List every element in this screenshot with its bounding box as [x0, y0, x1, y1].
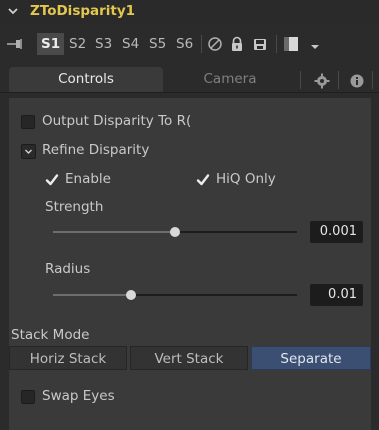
radius-label: Radius [45, 261, 91, 277]
tab-camera[interactable]: Camera [170, 67, 290, 92]
enable-checkbox[interactable] [45, 173, 59, 187]
set-button-s1[interactable]: S1 [37, 33, 65, 55]
controls-content: Output Disparity To R( Refine Disparity … [9, 98, 371, 430]
lock-icon[interactable] [229, 36, 245, 52]
inspector-panel: ZToDisparity1 S1 S2 S3 S4 S5 S6 Controls… [0, 0, 379, 430]
chevron-down-icon [25, 149, 32, 154]
strength-slider[interactable] [53, 227, 297, 237]
pin-icon[interactable] [6, 38, 26, 50]
stack-mode-separate-button[interactable]: Separate [251, 346, 371, 370]
hiq-only-label: HiQ Only [216, 171, 276, 187]
output-disparity-label: Output Disparity To R( [42, 113, 192, 129]
set-button-s2[interactable]: S2 [68, 33, 87, 55]
tool-header[interactable]: ZToDisparity1 [0, 0, 379, 24]
save-icon[interactable] [252, 36, 268, 52]
radius-value-field[interactable]: 0.01 [310, 284, 363, 306]
refine-disparity-toggle[interactable] [21, 144, 36, 159]
radius-slider-handle[interactable] [126, 290, 136, 300]
output-disparity-checkbox[interactable] [21, 115, 35, 129]
tab-divider [300, 71, 301, 89]
tool-toolbar: S1 S2 S3 S4 S5 S6 [0, 25, 379, 61]
tab-divider [372, 71, 373, 89]
tab-controls[interactable]: Controls [9, 67, 163, 92]
gear-icon[interactable] [314, 73, 330, 89]
dropdown-arrow-icon[interactable] [310, 36, 320, 52]
tab-divider [338, 71, 339, 89]
set-button-s4[interactable]: S4 [121, 33, 140, 55]
set-button-s3[interactable]: S3 [94, 33, 113, 55]
chevron-down-icon[interactable] [6, 4, 20, 18]
set-button-s5[interactable]: S5 [148, 33, 167, 55]
strength-label: Strength [45, 199, 104, 215]
stack-mode-vert-button[interactable]: Vert Stack [130, 346, 248, 370]
color-swatch-icon[interactable] [283, 36, 307, 52]
tab-bar: Controls Camera [0, 64, 379, 92]
swap-eyes-checkbox[interactable] [21, 390, 35, 404]
info-icon[interactable] [349, 73, 365, 89]
disable-icon[interactable] [207, 36, 223, 52]
stack-mode-label: Stack Mode [11, 327, 90, 343]
hiq-only-checkbox[interactable] [196, 173, 210, 187]
toolbar-divider [201, 35, 202, 53]
strength-slider-handle[interactable] [170, 227, 180, 237]
tab-underline [0, 92, 379, 93]
strength-value-field[interactable]: 0.001 [310, 221, 363, 243]
toolbar-divider [276, 35, 277, 53]
tool-title: ZToDisparity1 [30, 3, 136, 19]
set-button-s6[interactable]: S6 [175, 33, 194, 55]
enable-label: Enable [65, 171, 111, 187]
radius-slider[interactable] [53, 290, 297, 300]
swap-eyes-label: Swap Eyes [42, 388, 115, 404]
stack-mode-horiz-button[interactable]: Horiz Stack [9, 346, 127, 370]
strength-slider-fill [53, 231, 175, 233]
refine-disparity-label: Refine Disparity [42, 142, 150, 158]
radius-slider-fill [53, 294, 131, 296]
